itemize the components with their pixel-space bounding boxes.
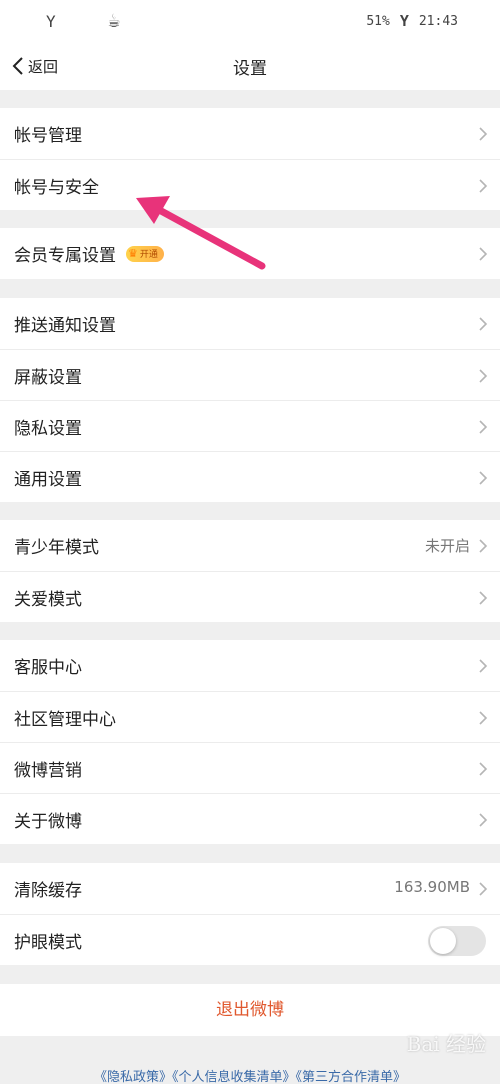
info-collection-link[interactable]: 《个人信息收集清单》 — [172, 1070, 296, 1084]
settings-item-label: 帐号与安全 — [14, 177, 99, 198]
chevron-right-icon — [479, 762, 488, 776]
settings-item-weibo-marketing[interactable]: 微博营销 — [0, 742, 500, 793]
settings-item-label: 隐私设置 — [14, 418, 82, 439]
settings-item-about[interactable]: 关于微博 — [0, 793, 500, 844]
settings-group-support: 客服中心 社区管理中心 微博营销 关于微博 — [0, 640, 500, 844]
settings-group-general: 推送通知设置 屏蔽设置 隐私设置 通用设置 — [0, 298, 500, 502]
settings-item-label: 关于微博 — [14, 811, 82, 832]
chevron-right-icon — [479, 711, 488, 725]
settings-group-modes: 青少年模式 未开启 关爱模式 — [0, 520, 500, 622]
chevron-right-icon — [479, 127, 488, 141]
chevron-right-icon — [479, 420, 488, 434]
settings-item-general[interactable]: 通用设置 — [0, 451, 500, 502]
chevron-right-icon — [479, 369, 488, 383]
chevron-right-icon — [479, 317, 488, 331]
settings-item-label: 社区管理中心 — [14, 709, 116, 730]
status-right: 51% Y 21:43 — [366, 12, 458, 30]
settings-item-block[interactable]: 屏蔽设置 — [0, 349, 500, 400]
settings-item-label: 客服中心 — [14, 658, 82, 678]
signal-icon: Y — [46, 12, 56, 31]
settings-item-label: 推送通知设置 — [14, 316, 116, 336]
nav-bar: 返回 设置 — [0, 42, 500, 90]
status-bar: Y ☕ 51% Y 21:43 — [0, 0, 500, 42]
chevron-right-icon — [479, 179, 488, 193]
battery-text: 51% — [366, 13, 390, 29]
settings-item-label: 微博营销 — [14, 760, 82, 781]
network-icon: Y — [399, 12, 409, 30]
settings-item-push-notifications[interactable]: 推送通知设置 — [0, 298, 500, 349]
annotation-arrow-icon — [136, 196, 266, 270]
watermark-logo: Bai 经验 — [406, 1032, 486, 1056]
settings-item-community-center[interactable]: 社区管理中心 — [0, 691, 500, 742]
teen-mode-status: 未开启 — [424, 537, 470, 555]
page-title: 设置 — [233, 59, 267, 79]
toggle-knob — [430, 928, 456, 954]
settings-item-label: 帐号管理 — [14, 126, 82, 146]
settings-item-account-management[interactable]: 帐号管理 — [0, 108, 500, 159]
settings-item-privacy[interactable]: 隐私设置 — [0, 400, 500, 451]
settings-item-eye-care: 护眼模式 — [0, 914, 500, 965]
clock-text: 21:43 — [418, 13, 458, 29]
chevron-right-icon — [479, 247, 488, 261]
eye-care-toggle[interactable] — [428, 926, 486, 956]
settings-item-label: 通用设置 — [14, 469, 82, 490]
chevron-right-icon — [479, 659, 488, 673]
footer-links: 《隐私政策》《个人信息收集清单》《第三方合作清单》 — [0, 1066, 500, 1084]
coffee-icon: ☕ — [108, 8, 121, 32]
chevron-right-icon — [479, 539, 488, 553]
settings-item-customer-service[interactable]: 客服中心 — [0, 640, 500, 691]
settings-item-label: 屏蔽设置 — [14, 367, 82, 388]
chevron-right-icon — [479, 471, 488, 485]
cache-size: 163.90MB — [394, 878, 470, 896]
settings-item-label: 青少年模式 — [14, 538, 99, 558]
third-party-link[interactable]: 《第三方合作清单》 — [296, 1070, 407, 1084]
chevron-right-icon — [479, 813, 488, 827]
privacy-policy-link[interactable]: 《隐私政策》 — [94, 1070, 172, 1084]
chevron-right-icon — [479, 591, 488, 605]
chevron-right-icon — [479, 882, 488, 896]
settings-item-label: 护眼模式 — [14, 932, 82, 953]
settings-item-label: 清除缓存 — [14, 881, 82, 901]
settings-item-care-mode[interactable]: 关爱模式 — [0, 571, 500, 622]
settings-item-label: 关爱模式 — [14, 589, 82, 610]
settings-item-teen-mode[interactable]: 青少年模式 未开启 — [0, 520, 500, 571]
settings-group-storage: 清除缓存 163.90MB 护眼模式 — [0, 863, 500, 965]
settings-item-label: 会员专属设置 — [14, 246, 116, 266]
settings-item-clear-cache[interactable]: 清除缓存 163.90MB — [0, 863, 500, 914]
